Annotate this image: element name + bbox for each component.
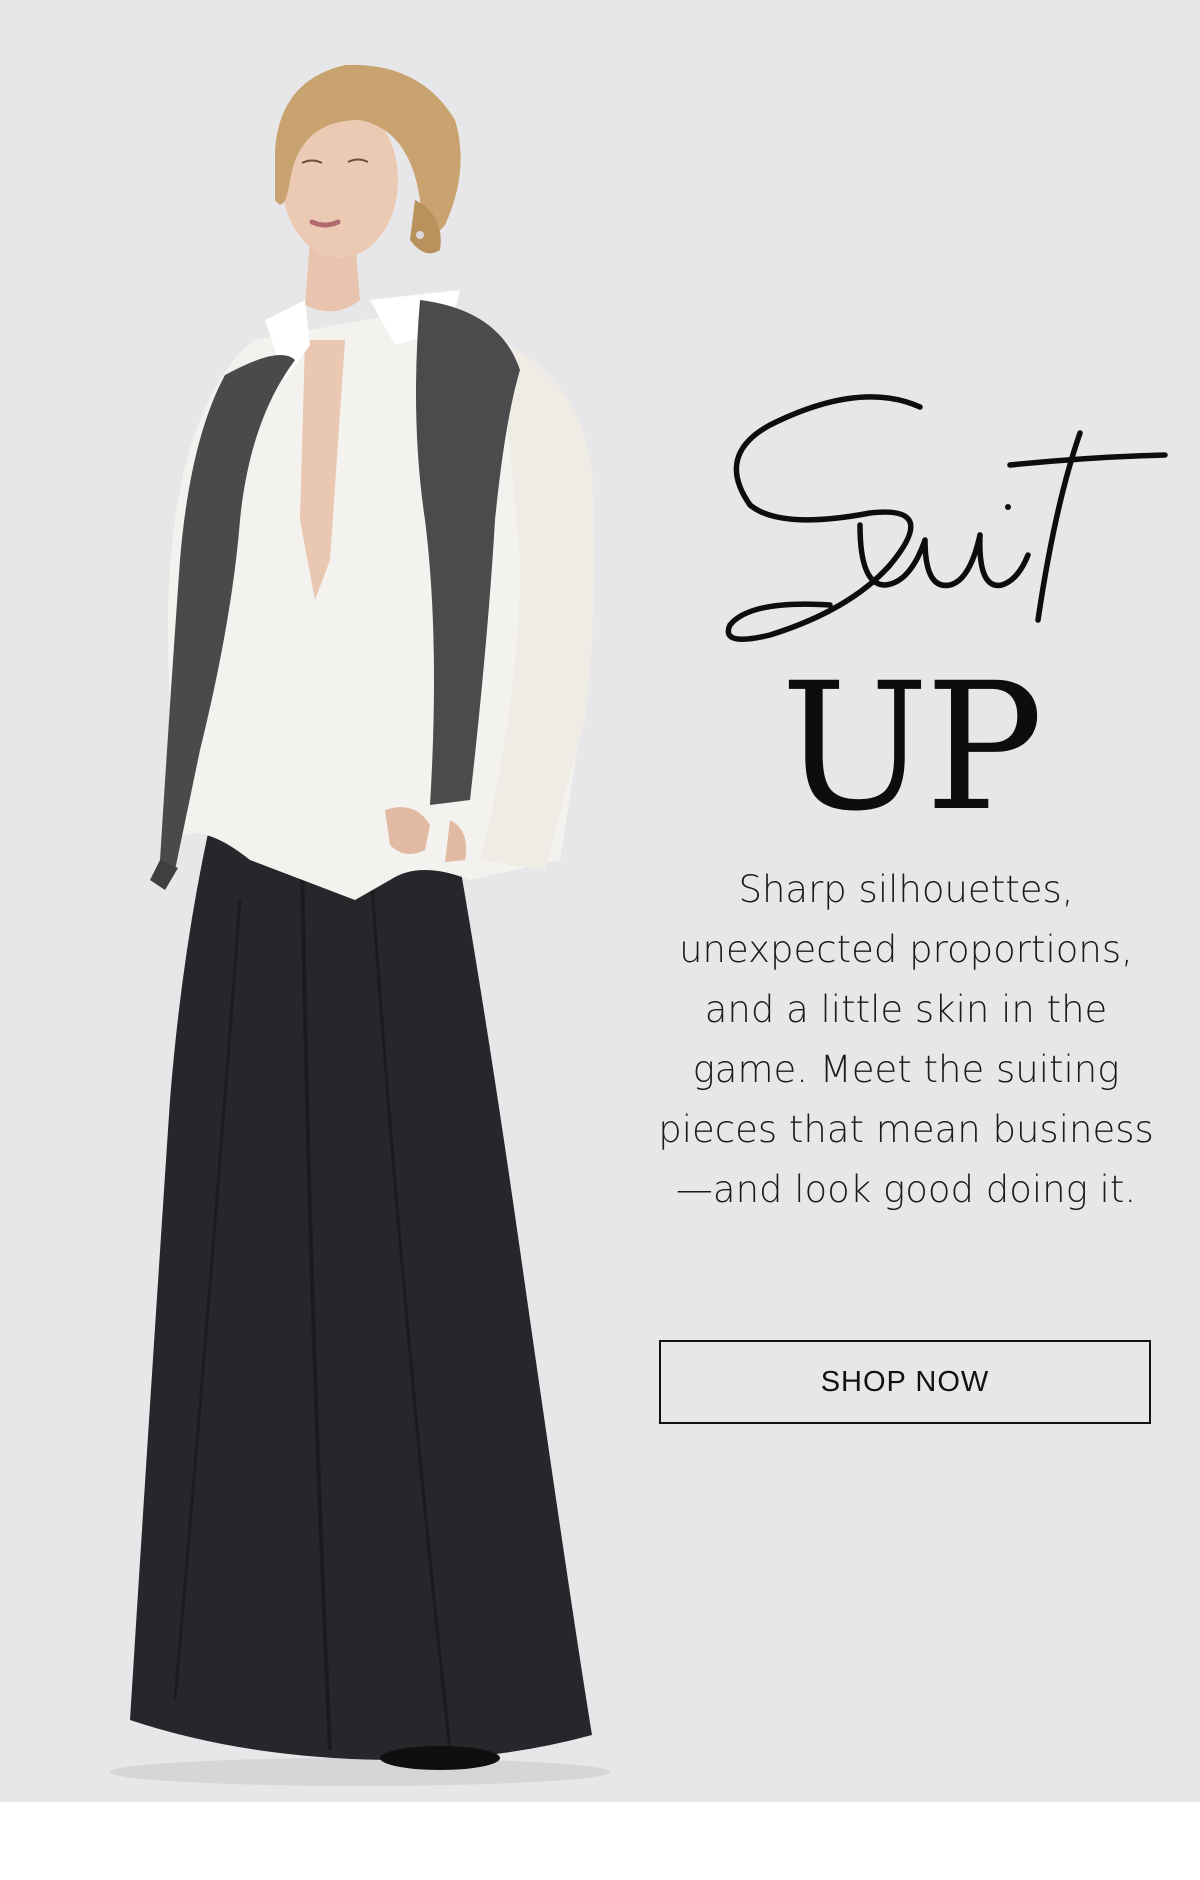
shop-now-button[interactable]: SHOP NOW bbox=[659, 1340, 1151, 1424]
hero-banner: UP Sharp silhouettes, unexpected proport… bbox=[0, 0, 1200, 1802]
script-title bbox=[710, 385, 1180, 660]
bottom-spacer bbox=[0, 1802, 1200, 1880]
body-copy: Sharp silhouettes, unexpected proportion… bbox=[658, 868, 1154, 1211]
headline: UP bbox=[780, 645, 1044, 850]
model-photo bbox=[0, 0, 640, 1802]
